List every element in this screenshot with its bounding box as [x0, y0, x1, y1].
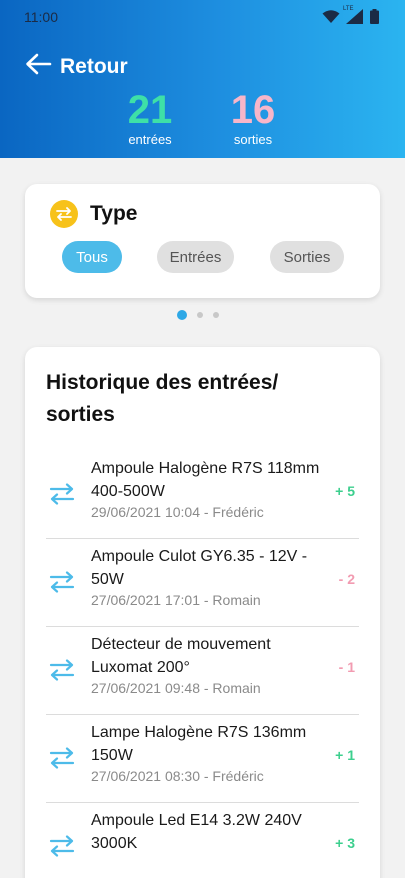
exits-count: 16: [230, 88, 276, 132]
item-quantity: - 1: [338, 659, 355, 675]
history-row[interactable]: Ampoule Culot GY6.35 - 12V - 50W 27/06/2…: [46, 539, 359, 627]
entries-label: entrées: [128, 132, 172, 147]
transfer-arrows-icon: [48, 747, 76, 774]
page-dot-1[interactable]: [177, 310, 187, 320]
transfer-arrows-icon: [48, 483, 76, 510]
item-name: Ampoule Halogène R7S 118mm 400-500W: [91, 460, 320, 500]
page-dot-3[interactable]: [213, 312, 219, 318]
network-type-label: LTE: [343, 6, 354, 12]
history-card: Historique des entrées/ sorties Ampoule …: [25, 347, 380, 878]
item-meta: 27/06/2021 09:48 - Romain: [91, 680, 261, 696]
history-row[interactable]: Ampoule Halogène R7S 118mm 400-500W 29/0…: [46, 451, 359, 539]
filter-chip-all[interactable]: Tous: [62, 241, 122, 273]
history-row[interactable]: Lampe Halogène R7S 136mm 150W 27/06/2021…: [46, 715, 359, 803]
transfer-arrows-icon: [48, 659, 76, 686]
filter-chip-entries[interactable]: Entrées: [157, 241, 234, 273]
entries-counter: 21 entrées: [110, 88, 190, 147]
item-quantity: + 5: [335, 483, 355, 499]
item-name: Ampoule Led E14 3.2W 240V 3000K: [91, 812, 302, 852]
exits-counter: 16 sorties: [213, 88, 293, 147]
history-row[interactable]: Détecteur de mouvement Luxomat 200° 27/0…: [46, 627, 359, 715]
item-quantity: + 1: [335, 747, 355, 763]
filter-chip-exits[interactable]: Sorties: [270, 241, 344, 273]
item-name: Détecteur de mouvement Luxomat 200°: [91, 636, 271, 676]
page-dot-2[interactable]: [197, 312, 203, 318]
back-button[interactable]: Retour: [24, 52, 128, 81]
status-icons: LTE: [322, 6, 379, 24]
item-meta: 27/06/2021 17:01 - Romain: [91, 592, 261, 608]
transfer-arrows-icon: [48, 571, 76, 598]
wifi-icon: [322, 9, 340, 24]
item-name: Ampoule Culot GY6.35 - 12V - 50W: [91, 548, 308, 588]
entries-count: 21: [127, 88, 173, 132]
status-bar: 11:00 LTE: [0, 0, 405, 34]
item-name: Lampe Halogène R7S 136mm 150W: [91, 724, 307, 764]
item-quantity: - 2: [338, 571, 355, 587]
exits-label: sorties: [233, 132, 273, 147]
item-meta: 29/06/2021 10:04 - Frédéric: [91, 504, 264, 520]
history-row[interactable]: Ampoule Led E14 3.2W 240V 3000K + 3: [46, 803, 359, 878]
history-title: Historique des entrées/ sorties: [46, 371, 279, 426]
signal-icon: LTE: [343, 6, 364, 24]
item-quantity: + 3: [335, 835, 355, 851]
status-time: 11:00: [24, 9, 58, 25]
type-title: Type: [90, 202, 138, 225]
header: 11:00 LTE Retour 21 entrées 16 sorties: [0, 0, 405, 158]
transfer-arrows-icon: [48, 835, 76, 862]
arrow-left-icon: [24, 52, 52, 81]
item-meta: 27/06/2021 08:30 - Frédéric: [91, 768, 264, 784]
page-indicator: [177, 310, 219, 320]
battery-icon: [370, 9, 379, 24]
swap-arrows-icon: [50, 200, 78, 228]
back-label: Retour: [60, 54, 128, 78]
type-filter-card: Type Tous Entrées Sorties: [25, 184, 380, 298]
